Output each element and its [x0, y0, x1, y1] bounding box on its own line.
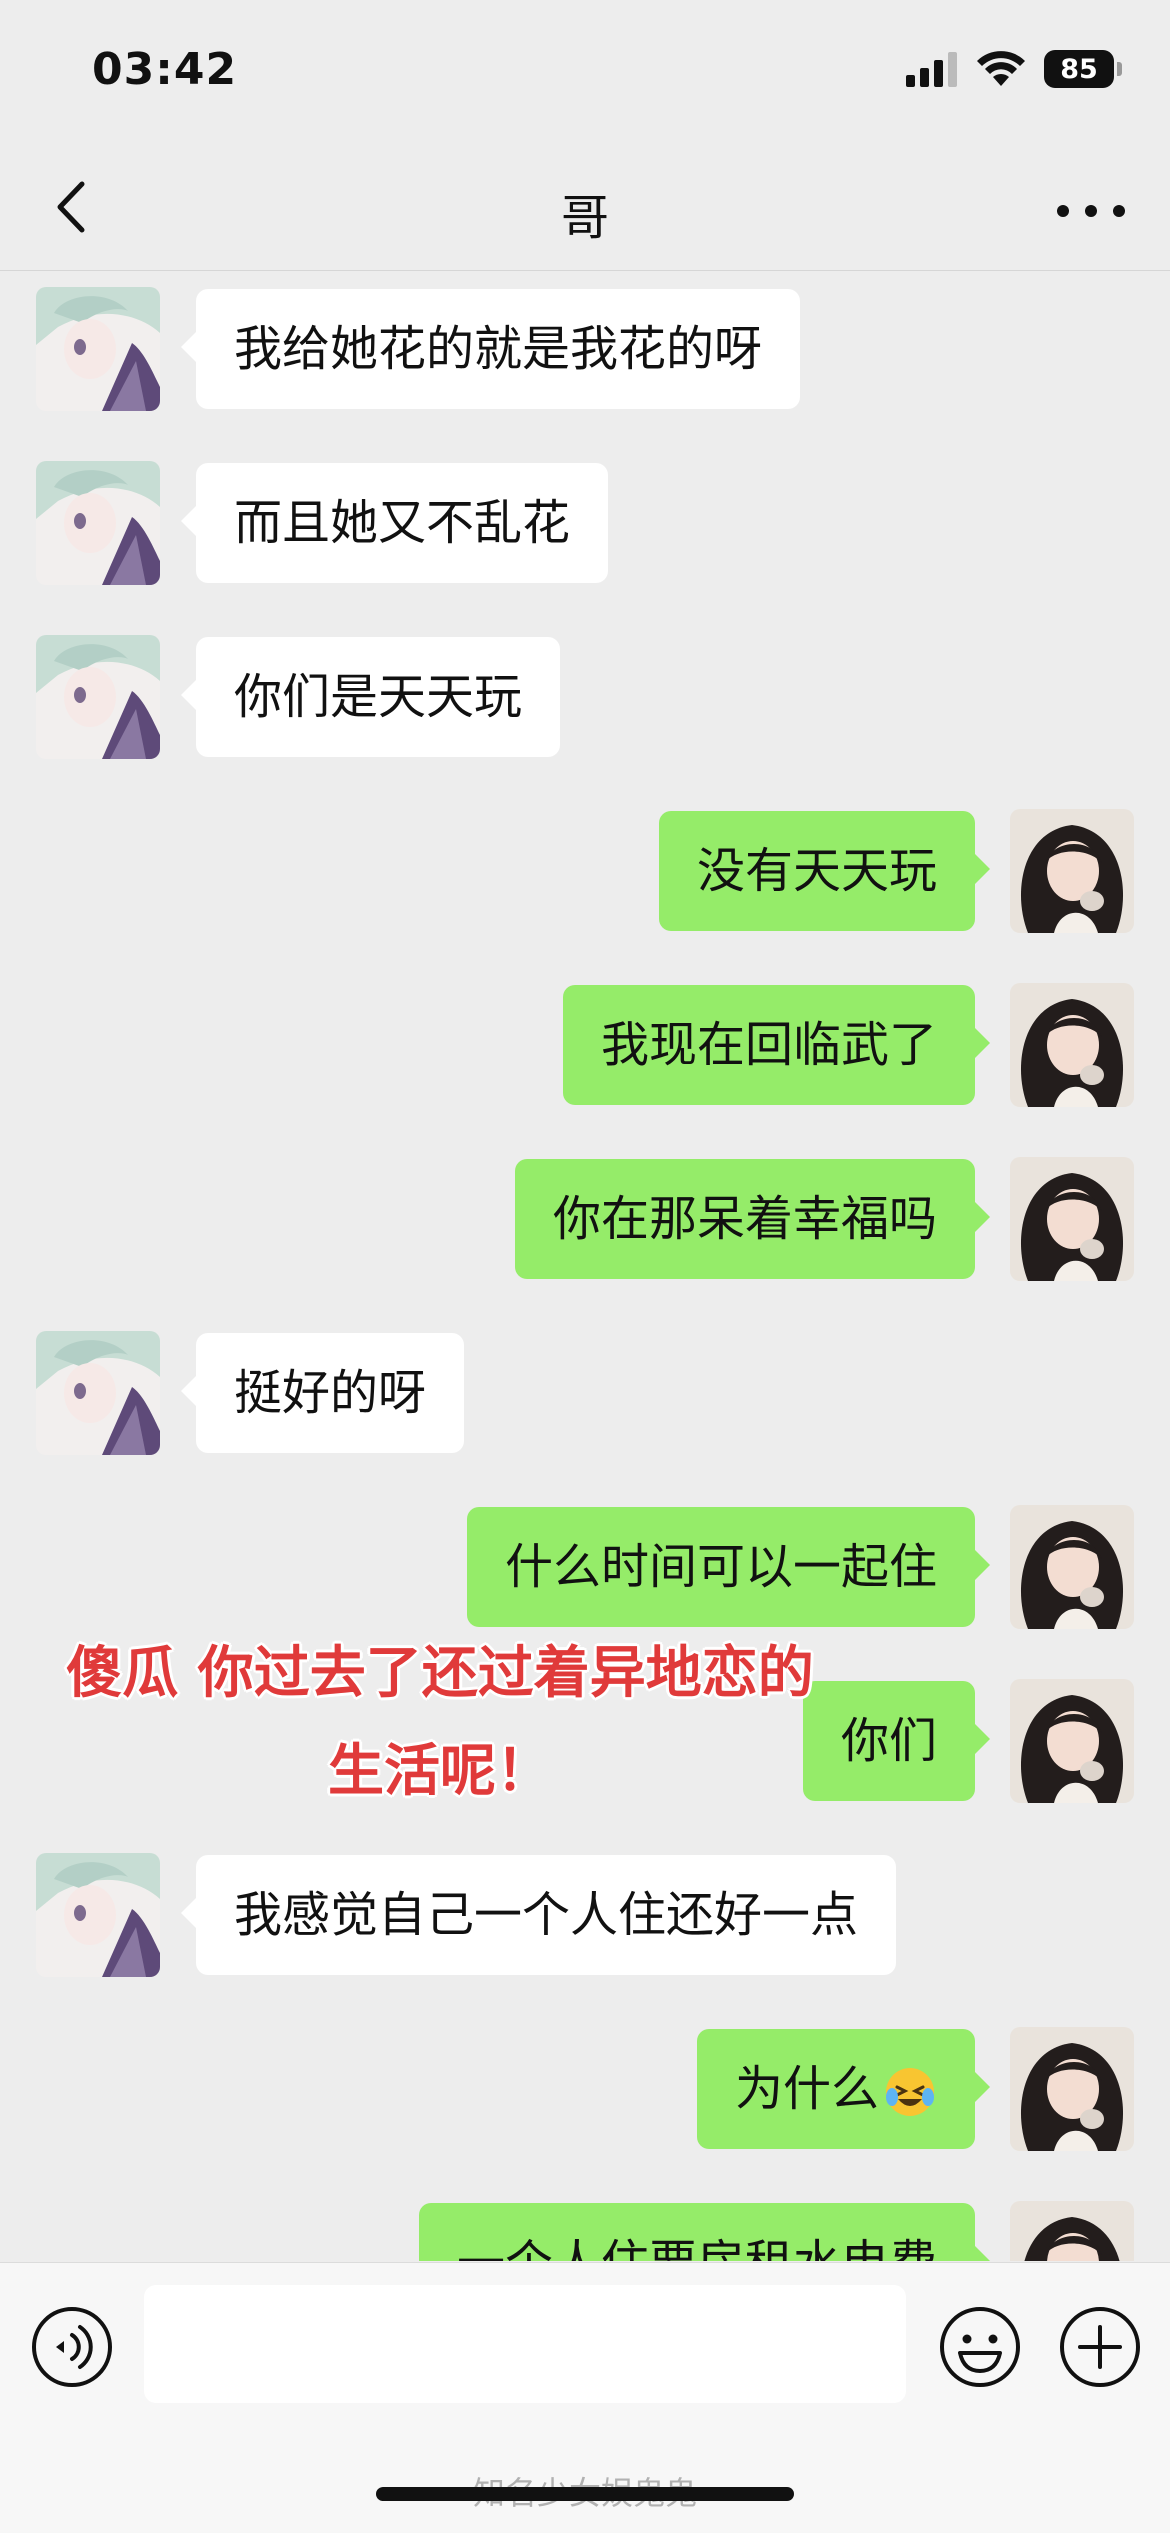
status-bar: 03:42 85	[0, 0, 1170, 150]
message-bubble[interactable]: 一个人住要房租水电费	[418, 2203, 991, 2261]
battery-level: 85	[1060, 53, 1098, 85]
message-row: 而且她又不乱花	[0, 461, 1170, 587]
chat-header: 哥	[0, 150, 1170, 271]
message-bubble[interactable]: 而且她又不乱花	[180, 463, 609, 583]
voice-input-icon[interactable]	[30, 2305, 114, 2389]
message-bubble[interactable]: 挺好的呀	[180, 1333, 465, 1453]
user-avatar[interactable]	[1010, 1679, 1134, 1803]
message-row: 我现在回临武了	[0, 983, 1170, 1109]
home-indicator[interactable]	[376, 2487, 794, 2501]
message-row: 我感觉自己一个人住还好一点	[0, 1853, 1170, 1979]
message-row: 为什么	[0, 2027, 1170, 2153]
user-avatar[interactable]	[1010, 1505, 1134, 1629]
message-list[interactable]: 我给她花的就是我花的呀 而且她又不乱花 你们是天天玩 没有天天玩 我现在回临武了…	[0, 271, 1170, 2261]
overlay-caption-line: 傻瓜 你过去了还过着异地恋的	[66, 1641, 814, 1706]
contact-avatar[interactable]	[36, 1853, 160, 1977]
message-bubble[interactable]: 你们是天天玩	[180, 637, 561, 757]
message-row: 你们是天天玩	[0, 635, 1170, 761]
user-avatar[interactable]	[1010, 809, 1134, 933]
contact-avatar[interactable]	[36, 1331, 160, 1455]
message-bubble[interactable]: 什么时间可以一起住	[466, 1507, 991, 1627]
wifi-icon	[977, 51, 1025, 86]
message-row: 一个人住要房租水电费	[0, 2201, 1170, 2261]
message-bubble[interactable]: 我给她花的就是我花的呀	[180, 289, 801, 409]
more-options-icon[interactable]	[1046, 176, 1136, 246]
battery-icon: 85	[1044, 50, 1122, 88]
user-avatar[interactable]	[1010, 2027, 1134, 2151]
add-attachment-icon[interactable]	[1056, 2303, 1144, 2391]
status-time: 03:42	[92, 44, 238, 95]
message-row: 没有天天玩	[0, 809, 1170, 935]
message-row: 什么时间可以一起住	[0, 1505, 1170, 1631]
emoji-picker-icon[interactable]	[936, 2303, 1024, 2391]
message-row: 你在那呆着幸福吗	[0, 1157, 1170, 1283]
contact-avatar[interactable]	[36, 635, 160, 759]
message-bubble[interactable]: 我感觉自己一个人住还好一点	[180, 1855, 897, 1975]
overlay-caption-line: 生活呢！	[328, 1739, 552, 1804]
laughing-crying-emoji-icon	[886, 2068, 934, 2116]
message-bubble[interactable]: 我现在回临武了	[562, 985, 991, 1105]
contact-avatar[interactable]	[36, 287, 160, 411]
cellular-signal-icon	[906, 52, 957, 87]
user-avatar[interactable]	[1010, 983, 1134, 1107]
message-text: 为什么	[734, 2061, 879, 2117]
chat-title: 哥	[560, 190, 609, 246]
message-bubble[interactable]: 没有天天玩	[658, 811, 991, 931]
message-bubble[interactable]: 你在那呆着幸福吗	[514, 1159, 991, 1279]
message-row: 挺好的呀	[0, 1331, 1170, 1457]
contact-avatar[interactable]	[36, 461, 160, 585]
status-icons: 85	[906, 50, 1122, 88]
message-input[interactable]	[144, 2285, 906, 2403]
user-avatar[interactable]	[1010, 1157, 1134, 1281]
user-avatar[interactable]	[1010, 2201, 1134, 2261]
message-bubble[interactable]: 为什么	[696, 2029, 991, 2149]
message-row: 我给她花的就是我花的呀	[0, 287, 1170, 413]
overlay-caption: 傻瓜 你过去了还过着异地恋的 生活呢！	[40, 1625, 840, 1821]
